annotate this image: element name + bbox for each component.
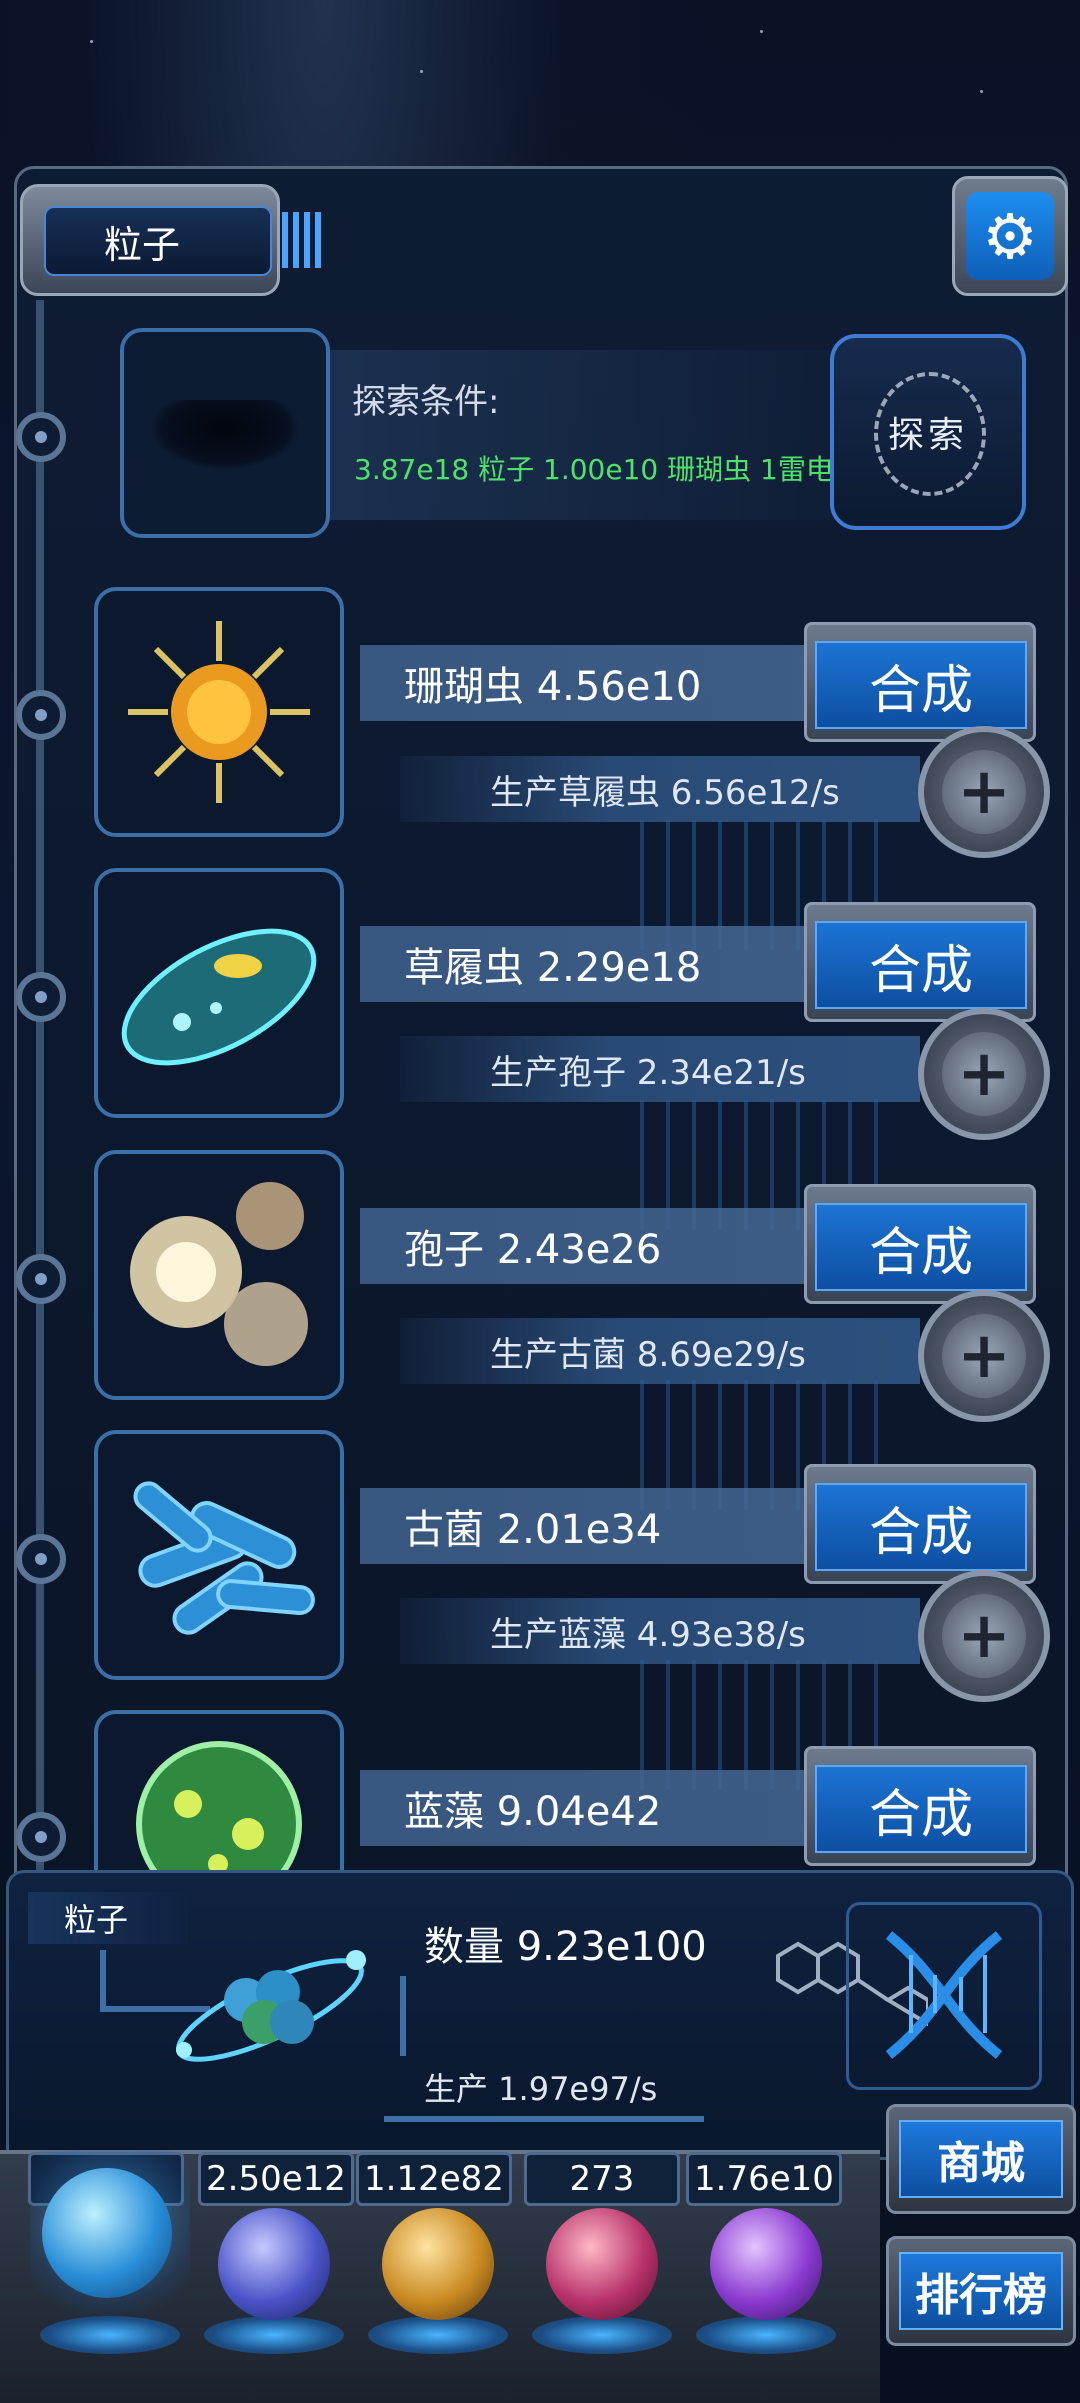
synthesize-label: 合成 bbox=[815, 1203, 1027, 1291]
page-title: 粒子 bbox=[44, 206, 272, 276]
archaea-icon bbox=[133, 1481, 315, 1635]
creature-production: 生产草履虫 6.56e12/s bbox=[400, 756, 920, 822]
shop-button[interactable]: 商城 bbox=[886, 2104, 1076, 2214]
synthesize-label: 合成 bbox=[815, 641, 1027, 729]
star bbox=[420, 70, 423, 73]
spore-icon bbox=[130, 1182, 308, 1366]
creature-card[interactable] bbox=[94, 1150, 344, 1400]
title-stripes bbox=[282, 212, 322, 268]
creature-name: 孢子 2.43e26 bbox=[360, 1208, 860, 1284]
orb-pedestal bbox=[40, 2316, 180, 2354]
atom-icon bbox=[176, 1950, 366, 2062]
synthesize-button[interactable]: 合成 bbox=[804, 902, 1036, 1022]
synthesize-label: 合成 bbox=[815, 1765, 1027, 1853]
star bbox=[90, 40, 93, 43]
star bbox=[980, 90, 983, 93]
synthesize-button[interactable]: 合成 bbox=[804, 1746, 1036, 1866]
upgrade-plus-button[interactable]: + bbox=[918, 1570, 1050, 1702]
particle-count: 数量 9.23e100 bbox=[424, 1924, 707, 1970]
particle-orb-icon[interactable] bbox=[42, 2168, 172, 2298]
upgrade-plus-button[interactable]: + bbox=[918, 726, 1050, 858]
rail-node bbox=[16, 1534, 66, 1584]
plus-icon: + bbox=[942, 750, 1026, 834]
rail-node bbox=[16, 1254, 66, 1304]
upgrade-plus-button[interactable]: + bbox=[918, 1290, 1050, 1422]
creature-name: 珊瑚虫 4.56e10 bbox=[360, 645, 860, 721]
timeline-rail bbox=[36, 300, 44, 1880]
rail-node bbox=[16, 972, 66, 1022]
rail-node bbox=[16, 412, 66, 462]
ranking-button[interactable]: 排行榜 bbox=[886, 2236, 1076, 2346]
orb-pedestal bbox=[696, 2316, 836, 2354]
creature-production: 生产孢子 2.34e21/s bbox=[400, 1036, 920, 1102]
vortex-orb-icon[interactable] bbox=[710, 2208, 822, 2320]
synthesize-label: 合成 bbox=[815, 921, 1027, 1009]
connector-line bbox=[384, 2116, 704, 2122]
plus-icon: + bbox=[942, 1594, 1026, 1678]
resource-value: 1.12e82 bbox=[356, 2152, 512, 2206]
orb-pedestal bbox=[368, 2316, 508, 2354]
orb-pedestal bbox=[532, 2316, 672, 2354]
gear-icon: ⚙ bbox=[966, 192, 1054, 280]
creature-production: 生产蓝藻 4.93e38/s bbox=[400, 1598, 920, 1664]
brain-orb-icon[interactable] bbox=[546, 2208, 658, 2320]
connector-line bbox=[100, 1950, 106, 2010]
rail-node bbox=[16, 690, 66, 740]
explore-requirement: 3.87e18 粒子 1.00e10 珊瑚虫 1雷电 bbox=[354, 453, 834, 486]
star bbox=[760, 30, 763, 33]
shop-label: 商城 bbox=[899, 2120, 1063, 2198]
cyanobacteria-icon bbox=[136, 1741, 302, 1907]
synthesize-button[interactable]: 合成 bbox=[804, 1184, 1036, 1304]
orb-pedestal bbox=[204, 2316, 344, 2354]
creature-card[interactable] bbox=[94, 587, 344, 837]
plus-icon: + bbox=[942, 1032, 1026, 1116]
rail-node bbox=[16, 1812, 66, 1862]
creature-card[interactable] bbox=[94, 1710, 344, 1907]
explore-button-label: 探索 bbox=[887, 415, 968, 456]
creature-name: 蓝藻 9.04e42 bbox=[360, 1770, 860, 1846]
ranking-label: 排行榜 bbox=[899, 2252, 1063, 2330]
creature-card[interactable] bbox=[94, 868, 344, 1118]
synthesize-button[interactable]: 合成 bbox=[804, 622, 1036, 742]
plus-icon: + bbox=[942, 1314, 1026, 1398]
unknown-creature-silhouette bbox=[150, 400, 300, 470]
creature-name: 古菌 2.01e34 bbox=[360, 1488, 860, 1564]
fire-orb-icon[interactable] bbox=[382, 2208, 494, 2320]
creature-production: 生产古菌 8.69e29/s bbox=[400, 1318, 920, 1384]
settings-button[interactable]: ⚙ bbox=[952, 176, 1068, 296]
lightning-orb-icon[interactable] bbox=[218, 2208, 330, 2320]
resource-value: 1.76e10 bbox=[686, 2152, 842, 2206]
creature-card[interactable] bbox=[94, 1430, 344, 1680]
paramecium-icon bbox=[121, 928, 317, 1066]
synthesize-label: 合成 bbox=[815, 1483, 1027, 1571]
resource-value: 2.50e12 bbox=[198, 2152, 354, 2206]
connector-line bbox=[400, 1976, 406, 2056]
dna-icon bbox=[885, 1931, 1003, 2059]
explore-condition-label: 探索条件: bbox=[352, 382, 500, 422]
sun-creature-icon bbox=[128, 621, 310, 803]
dna-panel[interactable] bbox=[846, 1902, 1042, 2090]
particle-rate: 生产 1.97e97/s bbox=[424, 2070, 658, 2108]
resource-value: 273 bbox=[524, 2152, 680, 2206]
creature-name: 草履虫 2.29e18 bbox=[360, 926, 860, 1002]
upgrade-plus-button[interactable]: + bbox=[918, 1008, 1050, 1140]
explore-button[interactable]: 探索 bbox=[830, 334, 1026, 530]
synthesize-button[interactable]: 合成 bbox=[804, 1464, 1036, 1584]
